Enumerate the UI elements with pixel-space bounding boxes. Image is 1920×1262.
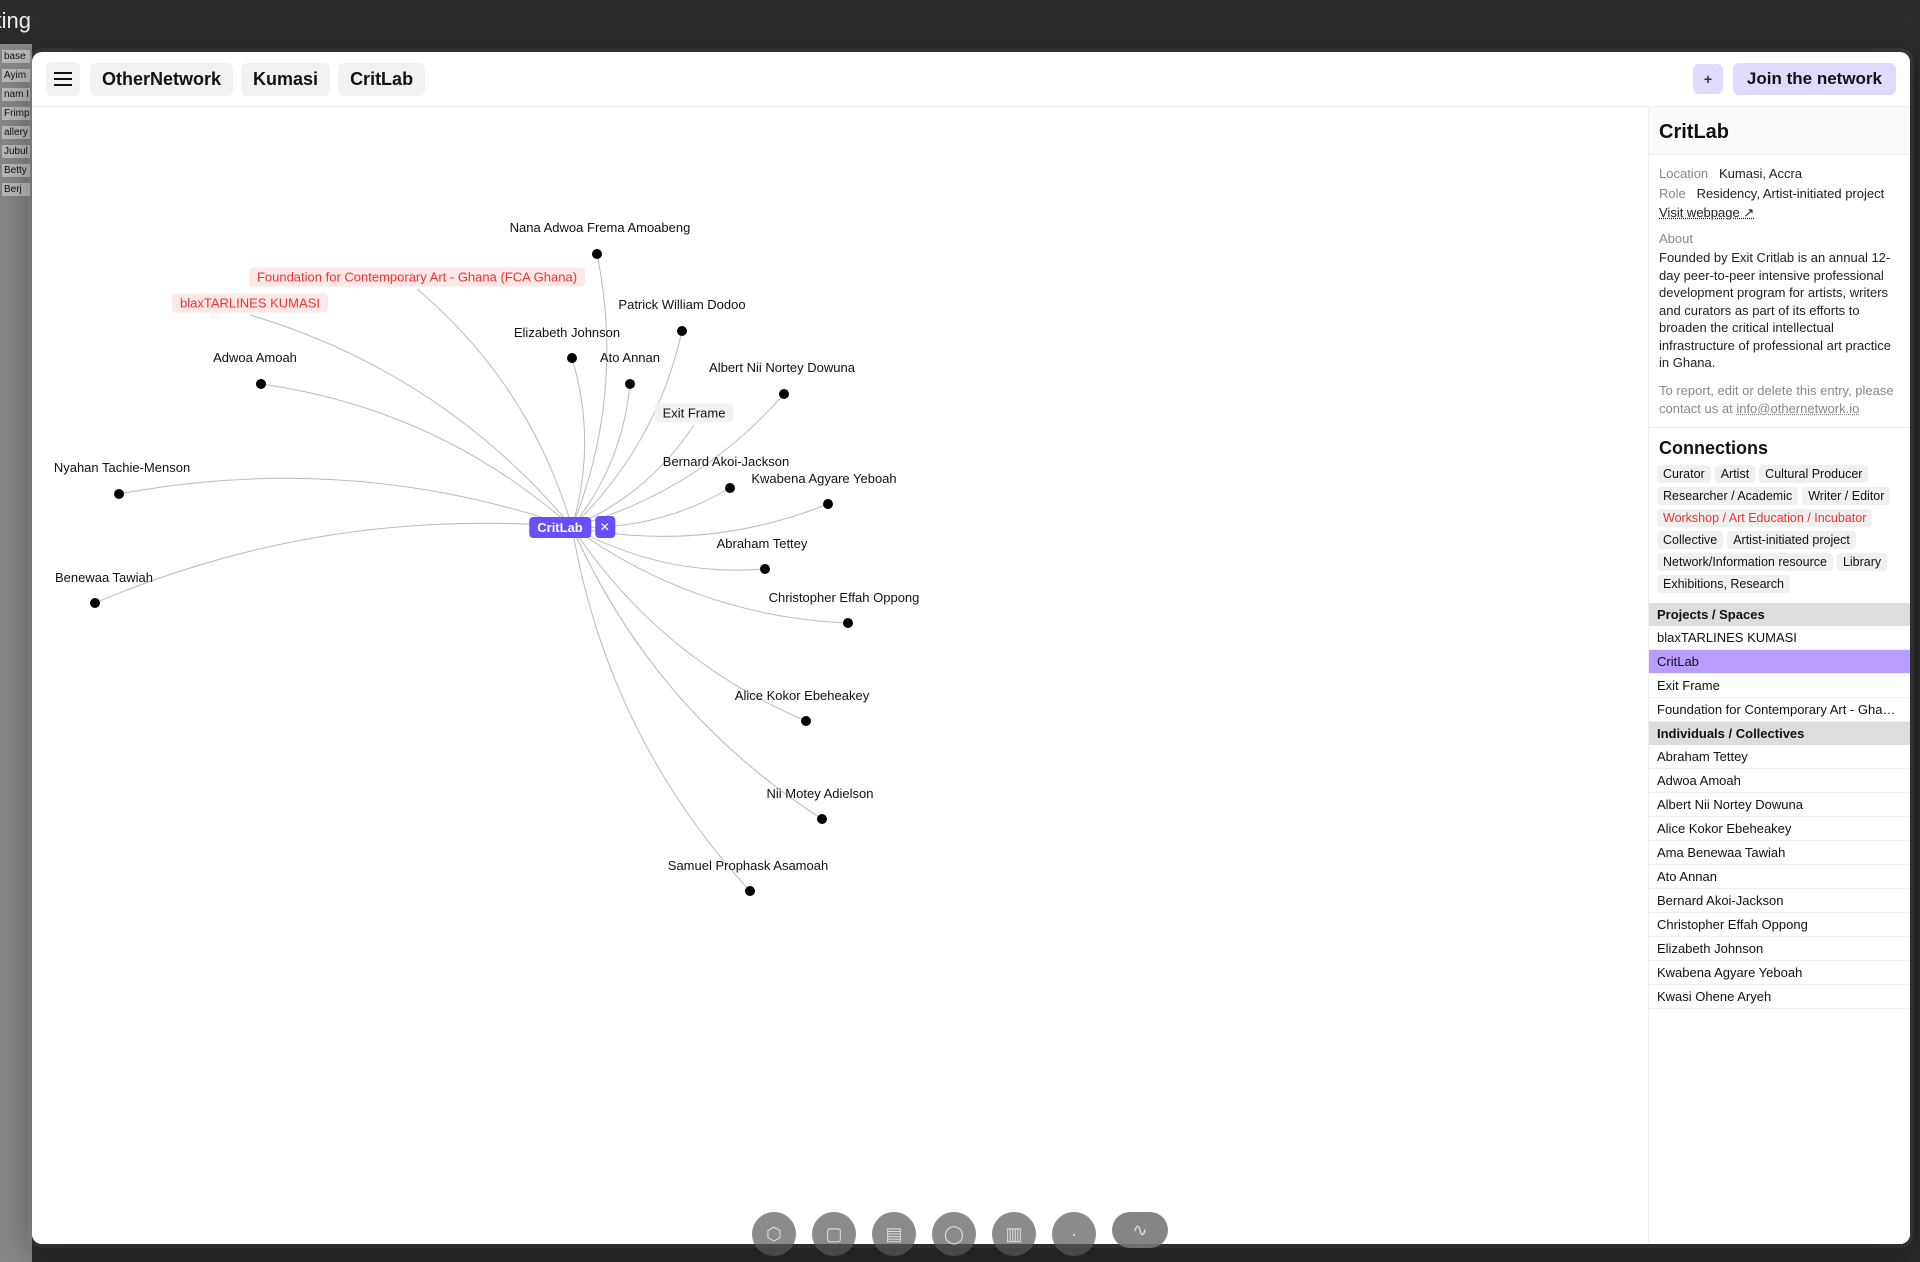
detail-meta: Location Kumasi, Accra Role Residency, A… [1649,155,1910,428]
graph-node[interactable] [592,249,602,259]
graph-node[interactable] [567,353,577,363]
graph-node[interactable] [90,598,100,608]
contact-email[interactable]: info@othernetwork.io [1736,401,1859,416]
breadcrumb-root[interactable]: OtherNetwork [90,63,233,96]
list-item[interactable]: Christopher Effah Oppong [1649,913,1910,937]
visit-webpage-link[interactable]: Visit webpage ↗ [1659,204,1900,222]
list-item[interactable]: Abraham Tettey [1649,745,1910,769]
connection-filters: CuratorArtistCultural Producer Researcher… [1649,465,1910,603]
graph-node[interactable] [677,326,687,336]
graph-node[interactable] [625,379,635,389]
list-item[interactable]: Exit Frame [1649,674,1910,698]
dock-wide-button[interactable]: ∿ [1112,1212,1168,1248]
filter-tag[interactable]: Artist-initiated project [1727,531,1856,549]
background-peek-label: allery [2,126,30,139]
graph-node[interactable] [817,814,827,824]
role-label: Role [1659,186,1686,201]
about-label: About [1659,230,1900,248]
graph-node[interactable] [256,379,266,389]
filter-tag[interactable]: Workshop / Art Education / Incubator [1657,509,1872,527]
join-network-button[interactable]: Join the network [1733,63,1896,95]
graph-center-label: CritLab [529,517,591,538]
modal-header: OtherNetworkKumasiCritLab + Join the net… [32,52,1910,107]
breadcrumb-item[interactable]: Kumasi [241,63,330,96]
graph-center-node[interactable]: CritLab✕ [529,516,615,538]
list-item[interactable]: CritLab [1649,650,1910,674]
details-panel: CritLab Location Kumasi, Accra Role Resi… [1648,107,1910,1244]
menu-icon[interactable] [46,62,80,96]
dock-more-icon[interactable]: · [1052,1212,1096,1256]
graph-project-badge[interactable]: Exit Frame [655,404,734,423]
background-peek-label: Jubul [2,145,30,158]
bottom-dock: ⬡ ▢ ▤ ◯ ▥ · ∿ [752,1212,1168,1256]
list-item[interactable]: Kwabena Agyare Yeboah [1649,961,1910,985]
background-peek-label: base [2,50,30,63]
connections-heading: Connections [1649,428,1910,465]
modal-window: OtherNetworkKumasiCritLab + Join the net… [32,52,1910,1244]
filter-tag[interactable]: Writer / Editor [1802,487,1890,505]
list-item[interactable]: Ama Benewaa Tawiah [1649,841,1910,865]
list-item[interactable]: Albert Nii Nortey Dowuna [1649,793,1910,817]
background-peek-label: Berj [2,183,30,196]
filter-tag[interactable]: Curator [1657,465,1711,483]
location-label: Location [1659,166,1708,181]
report-text: To report, edit or delete this entry, pl… [1659,382,1900,417]
list-item[interactable]: blaxTARLINES KUMASI [1649,626,1910,650]
list-item[interactable]: Alice Kokor Ebeheakey [1649,817,1910,841]
list-item[interactable]: Ato Annan [1649,865,1910,889]
background-peek-label: Frimp [2,107,30,120]
background-peek-label: Betty [2,164,30,177]
filter-tag[interactable]: Network/Information resource [1657,553,1833,571]
dock-video-icon[interactable]: ▢ [812,1212,856,1256]
graph-node[interactable] [843,618,853,628]
list-section-header: Projects / Spaces [1649,603,1910,626]
graph-node[interactable] [114,489,124,499]
location-value: Kumasi, Accra [1719,166,1802,181]
connections-list[interactable]: Projects / SpacesblaxTARLINES KUMASICrit… [1649,603,1910,1244]
breadcrumb-item[interactable]: CritLab [338,63,425,96]
filter-tag[interactable]: Exhibitions, Research [1657,575,1790,593]
graph-node[interactable] [779,389,789,399]
graph-project-pill[interactable]: blaxTARLINES KUMASI [172,294,328,313]
dock-image-icon[interactable]: ▤ [872,1212,916,1256]
filter-tag[interactable]: Artist [1715,465,1755,483]
filter-tag[interactable]: Researcher / Academic [1657,487,1798,505]
graph-canvas[interactable]: CritLab✕Nana Adwoa Frema AmoabengPatrick… [32,107,1648,1244]
scrollbar-icon [1912,56,1918,1240]
graph-project-pill[interactable]: Foundation for Contemporary Art - Ghana … [249,268,585,287]
add-button[interactable]: + [1693,64,1723,94]
filter-tag[interactable]: Library [1837,553,1887,571]
graph-node[interactable] [725,483,735,493]
filter-tag[interactable]: Cultural Producer [1759,465,1868,483]
background-title-fragment: senting [0,8,31,34]
dock-shape-icon[interactable]: ◯ [932,1212,976,1256]
dock-pointer-icon[interactable]: ⬡ [752,1212,796,1256]
list-item[interactable]: Foundation for Contemporary Art - Ghana … [1649,698,1910,722]
close-icon[interactable]: ✕ [595,516,615,538]
detail-title: CritLab [1649,107,1910,155]
list-item[interactable]: Adwoa Amoah [1649,769,1910,793]
dock-layout-icon[interactable]: ▥ [992,1212,1036,1256]
background-left-peek: base Ayim nam I Frimp allery Jubul Betty Berj [0,44,32,1262]
list-item[interactable]: Bernard Akoi-Jackson [1649,889,1910,913]
background-peek-label: Ayim [2,69,30,82]
list-item[interactable]: Elizabeth Johnson [1649,937,1910,961]
role-value: Residency, Artist-initiated project [1697,186,1885,201]
list-item[interactable]: Kwasi Ohene Aryeh [1649,985,1910,1009]
graph-node[interactable] [801,716,811,726]
page-backdrop: senting base Ayim nam I Frimp allery Jubul Bet… [0,0,1920,1262]
background-peek-label: nam I [2,88,30,101]
background-title-strip: senting [0,0,1920,44]
graph-node[interactable] [745,886,755,896]
filter-tag[interactable]: Collective [1657,531,1723,549]
graph-node[interactable] [823,499,833,509]
list-section-header: Individuals / Collectives [1649,722,1910,745]
modal-body: CritLab✕Nana Adwoa Frema AmoabengPatrick… [32,107,1910,1244]
graph-node[interactable] [760,564,770,574]
about-text: Founded by Exit Critlab is an annual 12-… [1659,249,1900,372]
